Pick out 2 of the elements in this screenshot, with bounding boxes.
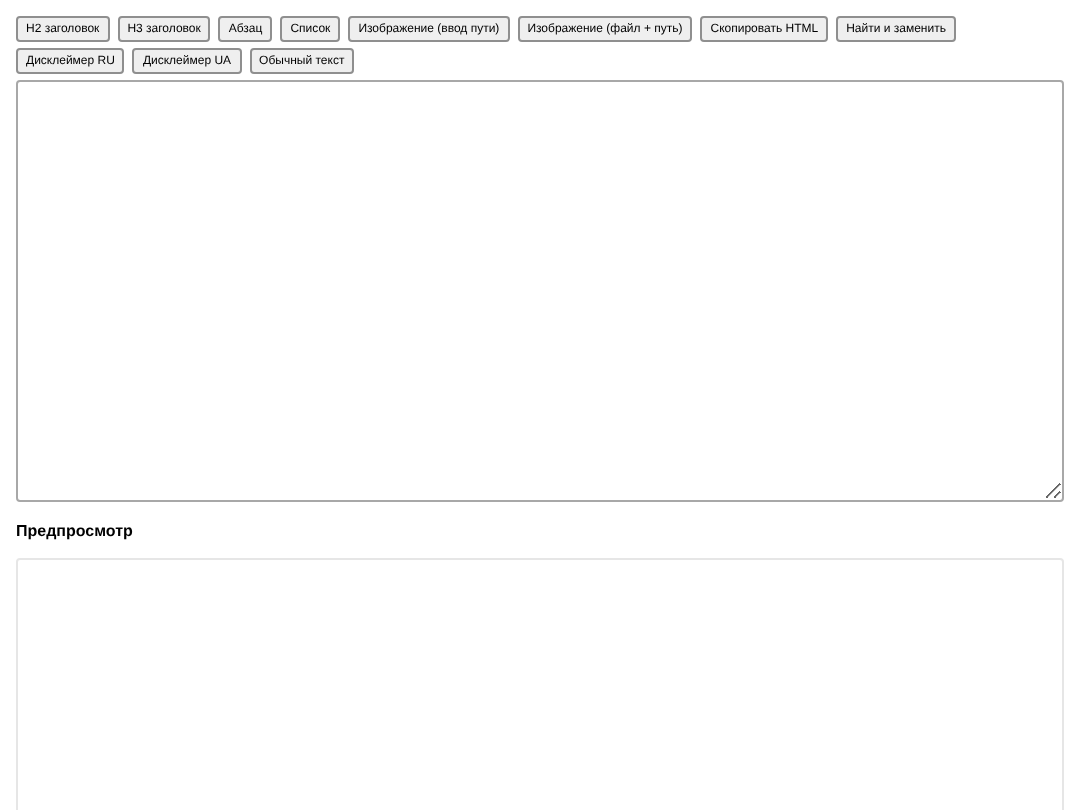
editor-textarea[interactable] (16, 80, 1064, 502)
preview-heading: Предпросмотр (16, 520, 135, 544)
